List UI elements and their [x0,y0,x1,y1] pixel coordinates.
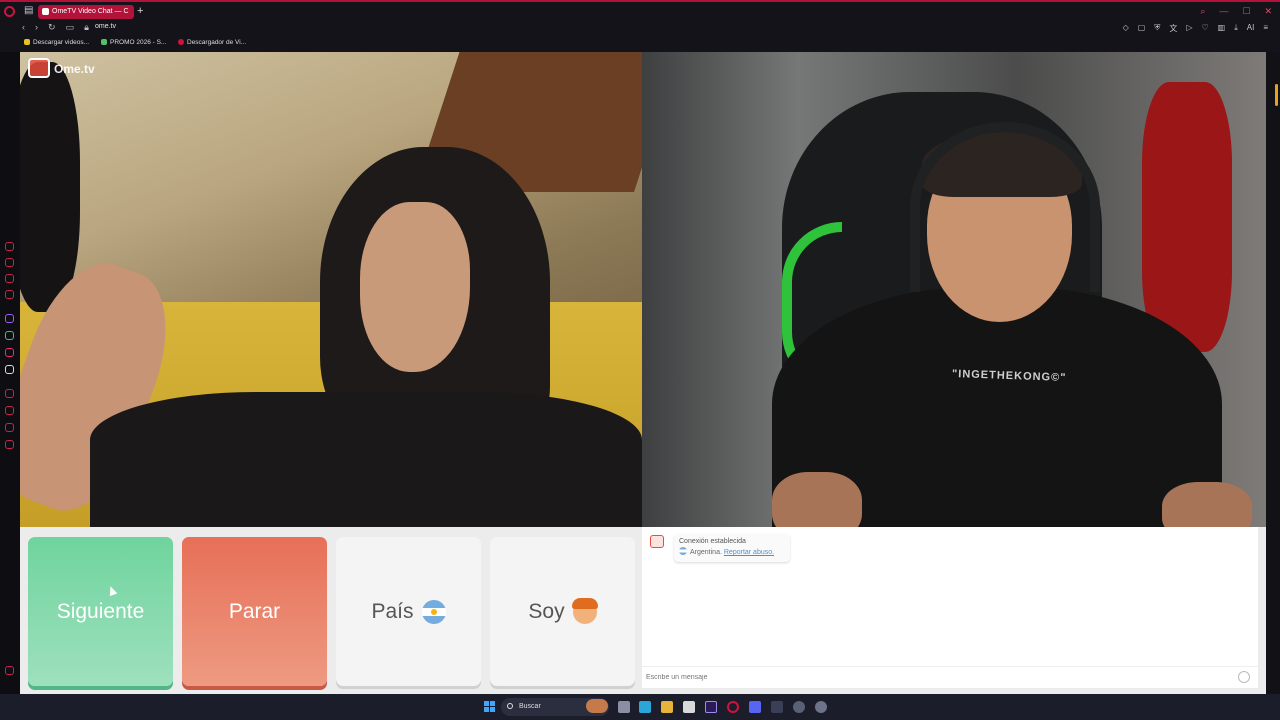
aria-icon[interactable] [5,242,14,251]
windows-taskbar: Buscar [0,694,1280,720]
menu-icon[interactable]: ≡ [1263,23,1268,34]
bookmark-favicon-icon [24,39,30,45]
person-arm [772,472,862,527]
country-button[interactable]: País [336,537,481,686]
stranger-country: Argentina. [690,549,722,556]
ometv-page: Ome.tv "INGETHEKONG©" Siguiente Parar Pa… [20,52,1266,694]
ometv-chat-icon [650,535,664,548]
task-view-icon[interactable] [618,701,630,713]
snapshot-icon[interactable]: ▢ [1138,23,1146,34]
bookmark-item[interactable]: PROMO 2026 - S... [101,39,166,46]
logo-text: Ome.tv [54,62,95,76]
tab-bar: ▤ OmeTV Video Chat — C + ⌕ — ☐ ✕ [0,0,1280,20]
chat-input-bar [642,666,1258,686]
sidebar-more-icon[interactable] [5,666,14,675]
argentina-flag-icon [679,547,687,555]
red-chair [1142,82,1232,352]
connection-status: Conexión establecida [679,538,746,545]
message-input[interactable] [646,670,1226,684]
chat-panel: Conexión establecida Argentina. Reportar… [642,527,1258,688]
scrollbar[interactable] [1266,52,1280,694]
scrollbar-thumb[interactable] [1275,84,1278,106]
settings-icon[interactable] [5,440,14,449]
shield-icon[interactable]: ⛨ [1154,23,1160,34]
person-arm [1162,482,1252,527]
heart-icon[interactable]: ♡ [1201,23,1208,34]
wallet-icon[interactable]: ▥ [1218,23,1226,34]
app-icon[interactable] [815,701,827,713]
camera-icon[interactable]: ▭ [66,22,75,33]
windows-start-icon[interactable] [484,701,495,712]
weather-widget-icon[interactable] [586,699,608,713]
url-text[interactable]: ome.tv [95,23,116,30]
steam-icon[interactable] [771,701,783,713]
bookmark-item[interactable]: Descargador de Vi... [178,39,246,46]
ometv-logo: Ome.tv [28,58,98,80]
messenger-icon[interactable] [5,274,14,283]
bookmark-icon[interactable]: ◇ [1123,23,1129,34]
maximize-icon[interactable]: ☐ [1242,6,1250,17]
reload-icon[interactable]: ↻ [48,22,56,33]
tab-list-icon[interactable]: ▤ [24,5,33,17]
app-icon[interactable] [793,701,805,713]
bookmark-favicon-icon [178,39,184,45]
headset [910,122,1100,292]
ometv-logo-icon [28,58,50,78]
back-icon[interactable]: ‹ [22,22,25,33]
bookmark-item[interactable]: Descargar videos... [24,39,89,46]
twitch-icon[interactable] [5,314,14,323]
self-video: "INGETHEKONG©" [642,52,1266,527]
tab-title: OmeTV Video Chat — C [52,8,129,15]
new-tab-button[interactable]: + [137,6,143,17]
play-icon[interactable]: ▷ [1186,23,1192,34]
stop-button-label: Parar [228,599,281,623]
history-icon[interactable] [5,389,14,398]
whatsapp-icon[interactable] [5,331,14,340]
ai-button[interactable]: AI [1247,23,1255,34]
next-button[interactable]: Siguiente [28,537,173,686]
person-face [360,202,470,372]
opera-sidebar [0,52,20,694]
x-icon[interactable] [5,365,14,374]
notepad-icon[interactable] [683,701,695,713]
forward-icon[interactable]: › [35,22,38,33]
next-button-label: Siguiente [56,599,145,623]
file-explorer-icon[interactable] [661,701,673,713]
lock-icon: 🔒︎ [84,22,89,32]
pin-icon[interactable] [5,423,14,432]
person-body [90,392,642,527]
bookmarks-bar: Descargar videos... PROMO 2026 - S... De… [0,36,1280,52]
discord-icon[interactable] [749,701,761,713]
opera-menu-icon[interactable] [4,6,15,17]
ometv-favicon-icon [42,8,49,15]
shop-icon[interactable] [5,258,14,267]
stranger-video: Ome.tv [20,52,642,527]
news-icon[interactable] [5,290,14,299]
bookmark-favicon-icon [101,39,107,45]
search-icon [507,703,513,709]
gender-button-label: Soy [528,599,565,623]
clock-icon[interactable] [5,406,14,415]
premiere-icon[interactable] [705,701,717,713]
person-hair [20,62,80,312]
tab-ometv[interactable]: OmeTV Video Chat — C [38,5,134,19]
country-button-label: País [371,599,414,623]
address-bar: ‹ › ↻ ▭ 🔒︎ ome.tv ◇ ▢ ⛨ 文 ▷ ♡ ▥ ⤓ AI ≡ [0,20,1280,36]
search-tabs-icon[interactable]: ⌕ [1200,6,1205,17]
emoji-icon[interactable] [1238,671,1250,683]
instagram-icon[interactable] [5,348,14,357]
opera-taskbar-icon[interactable] [727,701,739,713]
edge-icon[interactable] [639,701,651,713]
report-abuse-link[interactable]: Reportar abuso. [724,549,774,556]
search-label: Buscar [519,703,541,710]
boy-emoji-icon [571,597,598,624]
translate-icon[interactable]: 文 [1169,23,1177,34]
argentina-flag-icon [421,599,446,624]
close-icon[interactable]: ✕ [1264,6,1272,17]
system-message: Conexión establecida Argentina. Reportar… [674,534,790,562]
gender-button[interactable]: Soy [490,537,635,686]
minimize-icon[interactable]: — [1219,6,1228,17]
stop-button[interactable]: Parar [182,537,327,686]
download-icon[interactable]: ⤓ [1234,23,1238,34]
